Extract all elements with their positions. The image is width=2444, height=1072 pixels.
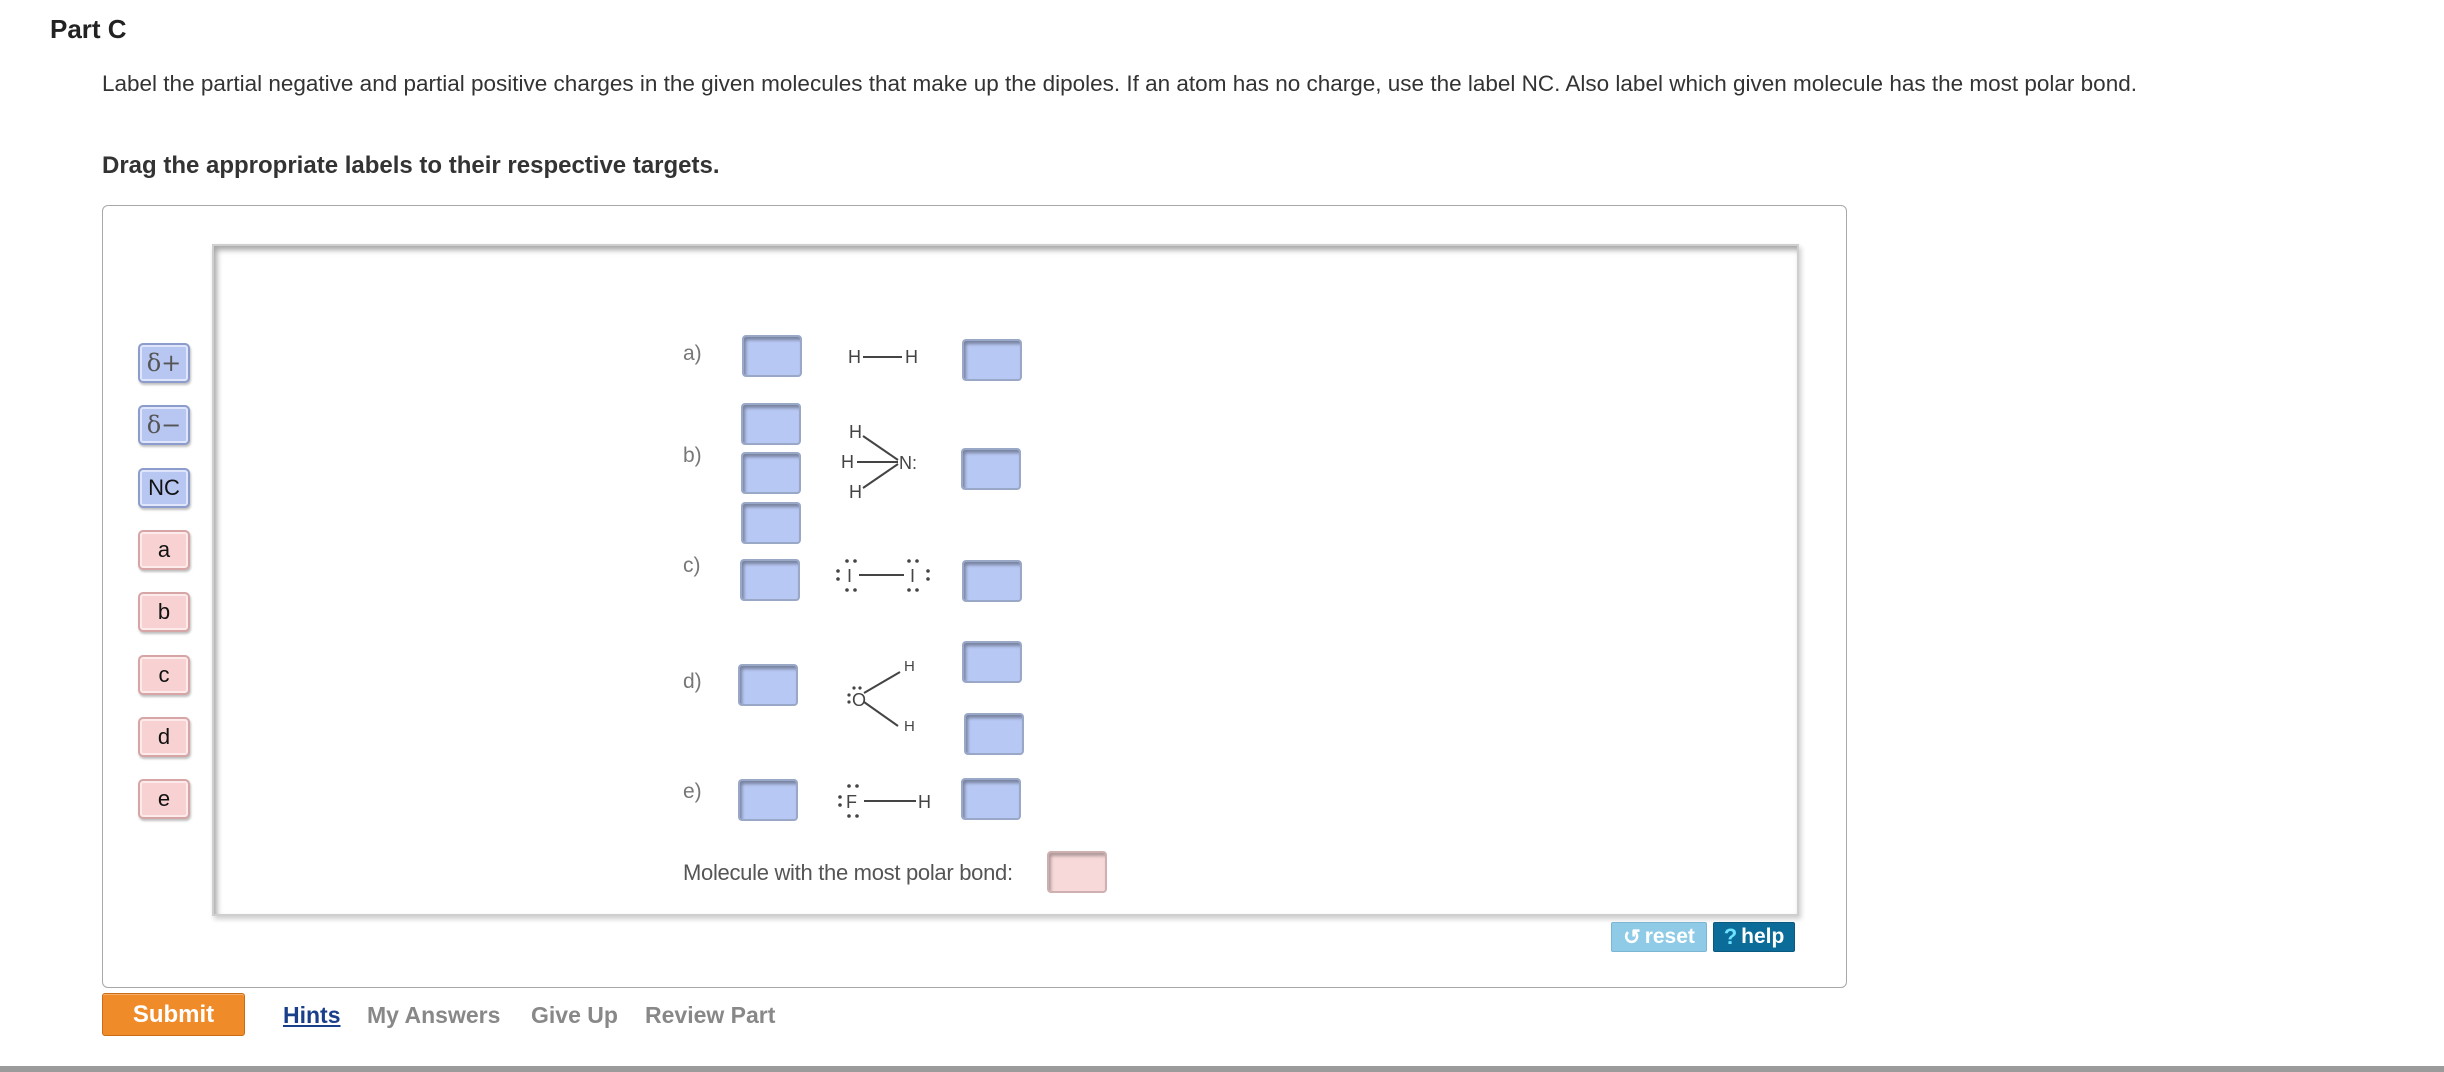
atom-n: N: [899, 453, 917, 473]
atom-i: I [847, 566, 852, 586]
reset-button[interactable]: ↺ reset [1611, 922, 1707, 952]
my-answers-link[interactable]: My Answers [367, 1002, 500, 1029]
drag-instruction: Drag the appropriate labels to their res… [102, 152, 720, 179]
row-label-b: b) [683, 444, 702, 467]
target-e-left[interactable] [738, 779, 798, 821]
label-a[interactable]: a [138, 530, 190, 570]
most-polar-label: Molecule with the most polar bond: [683, 860, 1013, 885]
target-c-right[interactable] [962, 560, 1022, 602]
atom-h: H [848, 347, 861, 367]
row-label-d: d) [683, 670, 702, 693]
bond-line [862, 463, 899, 489]
help-button[interactable]: ? help [1713, 922, 1795, 952]
label-d[interactable]: d [138, 717, 190, 757]
target-d-right-2[interactable] [964, 713, 1024, 755]
target-most-polar[interactable] [1047, 851, 1107, 893]
atom-h: H [905, 347, 918, 367]
row-label-a: a) [683, 342, 702, 365]
molecule-d-diagram: O H H [847, 658, 915, 735]
target-b-left-1[interactable] [741, 403, 801, 445]
target-b-left-2[interactable] [741, 452, 801, 494]
reset-label: reset [1644, 925, 1695, 948]
label-nc[interactable]: NC [138, 468, 190, 508]
atom-h: H [918, 792, 931, 812]
target-c-left[interactable] [740, 559, 800, 601]
label-delta-minus[interactable]: δ− [138, 405, 190, 445]
question-icon: ? [1723, 924, 1738, 949]
target-b-right[interactable] [961, 448, 1021, 490]
row-label-c: c) [683, 554, 701, 577]
help-label: help [1741, 925, 1785, 948]
target-a-right[interactable] [962, 339, 1022, 381]
target-d-right-1[interactable] [962, 641, 1022, 683]
molecule-b-diagram: H H H N: [841, 422, 917, 502]
bottom-divider [0, 1066, 2444, 1072]
atom-i: I [910, 566, 915, 586]
review-part-link[interactable]: Review Part [645, 1002, 775, 1029]
label-delta-plus[interactable]: δ+ [138, 343, 190, 383]
target-a-left[interactable] [742, 335, 802, 377]
atom-h: H [849, 482, 862, 502]
molecule-e-diagram: F H [838, 784, 931, 818]
target-b-left-3[interactable] [741, 502, 801, 544]
reset-icon: ↺ [1623, 925, 1641, 949]
bond-line [863, 671, 901, 694]
label-e[interactable]: e [138, 779, 190, 819]
target-d-left[interactable] [738, 664, 798, 706]
molecule-c-diagram: I I [836, 559, 930, 592]
atom-h: H [904, 718, 915, 735]
give-up-link[interactable]: Give Up [531, 1002, 618, 1029]
instructions-text: Label the partial negative and partial p… [102, 71, 2137, 96]
hints-link[interactable]: Hints [283, 1002, 341, 1029]
molecule-a-diagram: H H [848, 347, 918, 367]
atom-h: H [849, 422, 862, 442]
bond-line [862, 435, 899, 461]
target-e-right[interactable] [961, 778, 1021, 820]
atom-h: H [904, 658, 915, 675]
submit-button[interactable]: Submit [102, 993, 245, 1036]
atom-f: F [846, 792, 857, 812]
atom-o: O [852, 690, 866, 710]
atom-h: H [841, 452, 854, 472]
part-title: Part C [50, 14, 127, 44]
label-b[interactable]: b [138, 592, 190, 632]
bond-line [863, 701, 899, 727]
row-label-e: e) [683, 780, 702, 803]
label-c[interactable]: c [138, 655, 190, 695]
